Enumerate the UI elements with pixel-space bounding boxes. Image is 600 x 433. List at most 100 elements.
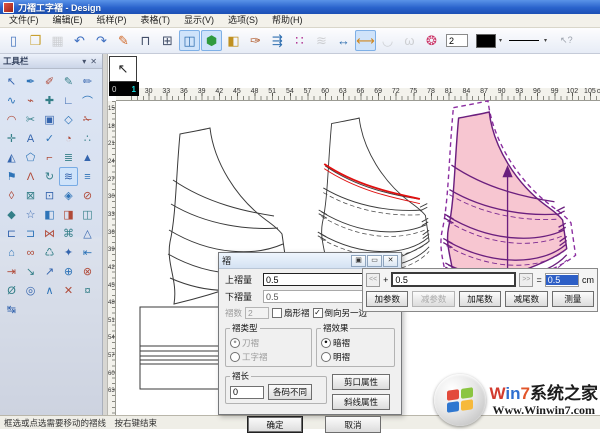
tool-icon[interactable]: A	[21, 129, 40, 148]
tool-icon[interactable]: ⌘	[59, 224, 78, 243]
tool-icon[interactable]: ≋	[59, 167, 78, 186]
tool-icon[interactable]: ⊏	[2, 224, 21, 243]
tool-icon[interactable]: ◠	[2, 110, 21, 129]
redo-icon[interactable]: ↷	[91, 30, 112, 51]
tool-icon[interactable]: ⊡	[40, 186, 59, 205]
swatch-dropdown-icon[interactable]: ▾	[499, 37, 502, 44]
add-param-button[interactable]: 加参数	[366, 291, 408, 307]
tool-icon[interactable]: ◇	[59, 110, 78, 129]
brush-tool-icon[interactable]: ✑	[245, 30, 266, 51]
tool-icon[interactable]: ⚑	[2, 167, 21, 186]
tool-icon[interactable]: ⊐	[21, 224, 40, 243]
tool-icon[interactable]: ⊘	[78, 186, 97, 205]
tool-icon[interactable]: ≣	[59, 148, 78, 167]
menu-item[interactable]: 帮助(H)	[265, 14, 310, 27]
tool-icon[interactable]: ∿	[2, 91, 21, 110]
pleat-length-input[interactable]	[230, 386, 264, 399]
dart-w-icon[interactable]: ω	[399, 30, 420, 51]
dialog-close-button[interactable]: ✕	[383, 255, 398, 267]
tool-icon[interactable]: ⬠	[21, 148, 40, 167]
visible-pleat-radio[interactable]: 明褶	[321, 351, 350, 363]
sub-param-button[interactable]: 减参数	[412, 291, 454, 307]
tool-icon[interactable]: ↻	[40, 167, 59, 186]
curve-tool-icon[interactable]: ≋	[311, 30, 332, 51]
tool-icon[interactable]: ✦	[59, 243, 78, 262]
tool-icon[interactable]: ⌁	[21, 91, 40, 110]
dialog-collapse-button[interactable]: ▭	[367, 255, 382, 267]
pattern-view-icon[interactable]: ⬢	[201, 30, 222, 51]
menu-item[interactable]: 显示(V)	[177, 14, 221, 27]
dart-v-icon[interactable]: ◡	[377, 30, 398, 51]
close-icon[interactable]: ✕	[88, 55, 99, 68]
tool-icon[interactable]: ▲	[78, 148, 97, 167]
dialog-titlebar[interactable]: 褶 ▣ ▭ ✕	[219, 253, 401, 269]
title-bar[interactable]: 刀褶工字褶 - Design	[0, 0, 600, 14]
tool-icon[interactable]: ↗	[40, 262, 59, 281]
pin-icon[interactable]: ▾	[80, 55, 88, 68]
tool-icon[interactable]: ⋈	[40, 224, 59, 243]
open-file-icon[interactable]: ❒	[25, 30, 46, 51]
tool-icon[interactable]: ↹	[2, 300, 21, 319]
line-style-dropdown-icon[interactable]: ▾	[544, 37, 547, 44]
tool-icon[interactable]: ∴	[78, 129, 97, 148]
tool-icon[interactable]: ∞	[21, 243, 40, 262]
next-value-button[interactable]: >>	[519, 273, 533, 287]
fill-color-icon[interactable]: ◧	[223, 30, 244, 51]
menu-item[interactable]: 文件(F)	[2, 14, 46, 27]
save-file-icon[interactable]: ▦	[47, 30, 68, 51]
fold-other-side-checkbox[interactable]: ✓ 倒向另一边	[313, 307, 368, 319]
per-size-button[interactable]: 各码不同	[268, 384, 312, 400]
tool-icon[interactable]: ◨	[59, 205, 78, 224]
context-help-button[interactable]: ↖?	[560, 35, 573, 46]
tool-icon[interactable]: ¤	[78, 281, 97, 300]
tool-icon[interactable]: ✐	[40, 72, 59, 91]
tool-icon[interactable]: ◧	[40, 205, 59, 224]
tool-icon[interactable]: ✎	[59, 72, 78, 91]
tool-icon[interactable]: ⌐	[40, 148, 59, 167]
result-field[interactable]: 0.5	[545, 273, 579, 287]
tool-icon[interactable]: ⇤	[78, 243, 97, 262]
tool-icon[interactable]: ✏	[78, 72, 97, 91]
add-tail-button[interactable]: 加尾数	[459, 291, 501, 307]
tool-icon[interactable]: ✓	[40, 129, 59, 148]
slash-props-button[interactable]: 斜线属性	[332, 394, 390, 410]
tool-icon[interactable]: ✚	[40, 91, 59, 110]
prev-value-button[interactable]: <<	[366, 273, 380, 287]
menu-item[interactable]: 表格(T)	[134, 14, 178, 27]
tool-icon[interactable]: ∟	[59, 91, 78, 110]
color-swatch[interactable]	[476, 34, 496, 48]
rack-tool-icon[interactable]: ⊓	[135, 30, 156, 51]
hidden-pleat-radio[interactable]: ●暗褶	[321, 337, 350, 349]
tool-icon[interactable]: ♺	[40, 243, 59, 262]
tool-icon[interactable]: ☆	[21, 205, 40, 224]
menu-item[interactable]: 编辑(E)	[46, 14, 90, 27]
tool-icon[interactable]: ◊	[2, 186, 21, 205]
tool-icon[interactable]: ⊗	[78, 262, 97, 281]
tool-icon[interactable]: ∧	[40, 281, 59, 300]
tool-icon[interactable]: ◔	[59, 129, 78, 148]
fan-pleat-checkbox[interactable]: 扇形褶	[272, 307, 310, 319]
tool-icon[interactable]: ↘	[21, 262, 40, 281]
chart-tool-icon[interactable]: ∷	[289, 30, 310, 51]
tool-icon[interactable]: ≡	[78, 167, 97, 186]
measure-seg-icon[interactable]: ⟷	[355, 30, 376, 51]
tool-icon[interactable]: Ø	[2, 281, 21, 300]
menu-item[interactable]: 纸样(P)	[90, 14, 134, 27]
tool-icon[interactable]: ▣	[40, 110, 59, 129]
new-file-icon[interactable]: ▯	[3, 30, 24, 51]
tool-icon[interactable]: △	[78, 224, 97, 243]
tool-icon[interactable]: ⊠	[21, 186, 40, 205]
ok-button[interactable]: 确定	[247, 416, 303, 433]
move-point-icon[interactable]: ⇶	[267, 30, 288, 51]
color-wheel-icon[interactable]: ❂	[421, 30, 442, 51]
tool-icon[interactable]: ⊕	[59, 262, 78, 281]
tool-icon[interactable]: ◆	[2, 205, 21, 224]
cancel-button[interactable]: 取消	[325, 416, 381, 433]
tool-icon[interactable]: ◎	[21, 281, 40, 300]
tool-icon[interactable]: ↖	[2, 72, 21, 91]
pen-tool-icon[interactable]: ✎	[113, 30, 134, 51]
measure-button[interactable]: 测量	[552, 291, 594, 307]
tool-icon[interactable]: ⌂	[2, 243, 21, 262]
sub-tail-button[interactable]: 减尾数	[505, 291, 547, 307]
tool-icon[interactable]: ✛	[2, 129, 21, 148]
